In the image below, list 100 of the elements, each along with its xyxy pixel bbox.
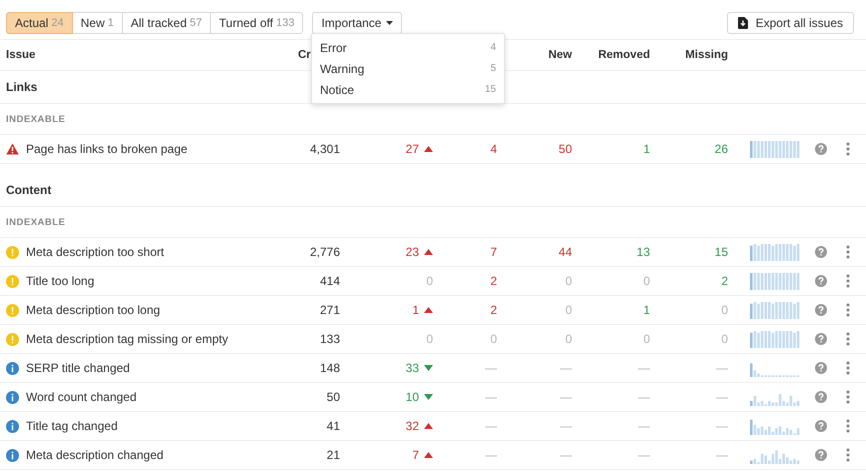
crawled-count: 271 — [320, 303, 340, 317]
menu-item[interactable]: Error 4 — [312, 37, 504, 58]
help-icon[interactable] — [815, 362, 827, 374]
new-value: 0 — [565, 303, 572, 317]
crawled-count: 4,301 — [310, 142, 340, 156]
crawled-count: 2,776 — [310, 245, 340, 259]
crawled-count: 414 — [320, 274, 340, 288]
issue-name[interactable]: Meta description changed — [26, 448, 164, 462]
change-value: 1 — [412, 303, 419, 317]
removed-value: — — [638, 361, 650, 375]
more-options-icon[interactable] — [846, 274, 850, 288]
missing-value: 2 — [721, 274, 728, 288]
missing-value: — — [716, 419, 728, 433]
sparkline-drawing — [750, 418, 800, 434]
issue-name[interactable]: Meta description tag missing or empty — [26, 332, 228, 346]
column-header: New — [548, 49, 572, 61]
help-icon[interactable] — [815, 420, 827, 432]
missing-value: 0 — [721, 332, 728, 346]
more-options-icon[interactable] — [846, 142, 850, 156]
table-value: — — [485, 448, 497, 462]
removed-value: 1 — [643, 142, 650, 156]
issue-name[interactable]: Title tag changed — [26, 419, 118, 433]
missing-value: 26 — [714, 142, 728, 156]
change-value: 32 — [406, 419, 419, 433]
filter-tab[interactable]: Turned off 133 — [211, 12, 304, 34]
filter-tab[interactable]: New 1 — [72, 12, 123, 34]
removed-value: 1 — [643, 303, 650, 317]
issue-name[interactable]: Page has links to broken page — [26, 142, 188, 156]
filter-tab[interactable]: Actual 24 — [6, 12, 73, 34]
removed-value: 0 — [643, 332, 650, 346]
download-file-icon — [738, 17, 748, 29]
menu-item[interactable]: Warning 5 — [312, 58, 504, 79]
change-value: 33 — [406, 361, 419, 375]
removed-value: — — [638, 448, 650, 462]
removed-value: — — [638, 419, 650, 433]
removed-value: 0 — [643, 274, 650, 288]
sparkline-drawing — [750, 272, 800, 290]
importance-dropdown[interactable]: Importance — [312, 12, 402, 34]
crawled-count: 133 — [320, 332, 340, 346]
table-value: 0 — [490, 332, 497, 346]
sparkline-drawing — [750, 244, 800, 260]
table-value: 2 — [490, 274, 497, 288]
table-value: — — [485, 390, 497, 404]
more-options-icon[interactable] — [846, 361, 850, 375]
help-icon[interactable] — [815, 275, 827, 287]
more-options-icon[interactable] — [846, 390, 850, 404]
filter-tab[interactable]: All tracked 57 — [122, 12, 212, 34]
issue-name[interactable]: Meta description too short — [26, 245, 164, 259]
missing-value: 0 — [721, 303, 728, 317]
table-value: — — [485, 419, 497, 433]
section-title: Content — [6, 183, 52, 197]
change-value: 23 — [406, 245, 419, 259]
more-options-icon[interactable] — [846, 245, 850, 259]
crawled-count: 50 — [326, 390, 340, 404]
removed-value: — — [638, 390, 650, 404]
menu-item[interactable]: Notice 15 — [312, 79, 504, 100]
sparkline-drawing — [750, 330, 800, 348]
new-value: — — [560, 419, 572, 433]
caret-icon — [386, 21, 394, 25]
table-value: 2 — [490, 303, 497, 317]
crawled-count: 21 — [326, 448, 340, 462]
more-options-icon[interactable] — [846, 448, 850, 462]
change-value: 0 — [426, 332, 433, 346]
help-icon[interactable] — [815, 391, 827, 403]
crawled-count: 41 — [326, 419, 340, 433]
change-value: 27 — [406, 142, 419, 156]
issue-name[interactable]: SERP title changed — [26, 361, 130, 375]
help-icon[interactable] — [815, 246, 827, 258]
table-value: 4 — [490, 142, 497, 156]
column-header: Missing — [685, 49, 728, 61]
missing-value: — — [716, 448, 728, 462]
column-header: Removed — [598, 49, 650, 61]
missing-value: — — [716, 390, 728, 404]
table-value: — — [485, 361, 497, 375]
more-options-icon[interactable] — [846, 419, 850, 433]
help-icon[interactable] — [815, 333, 827, 345]
help-icon[interactable] — [815, 304, 827, 316]
crawled-count: 148 — [320, 361, 340, 375]
change-value: 7 — [412, 448, 419, 462]
more-options-icon[interactable] — [846, 303, 850, 317]
column-header: Cr — [297, 49, 311, 61]
new-value: — — [560, 361, 572, 375]
section-title: Links — [6, 80, 38, 94]
more-options-icon[interactable] — [846, 332, 850, 346]
issue-name[interactable]: Word count changed — [26, 390, 137, 404]
sparkline-drawing — [750, 302, 800, 318]
change-value: 0 — [426, 274, 433, 288]
issue-name[interactable]: Meta description too long — [26, 303, 160, 317]
help-icon[interactable] — [815, 449, 827, 461]
group-label: INDEXABLE — [6, 216, 66, 228]
new-value: 44 — [558, 245, 572, 259]
export-button[interactable]: Export all issues — [726, 12, 854, 34]
help-icon[interactable] — [815, 143, 827, 155]
sparkline-drawing — [750, 140, 800, 158]
new-value: 0 — [565, 332, 572, 346]
new-value: — — [560, 390, 572, 404]
issue-name[interactable]: Title too long — [26, 274, 94, 288]
new-value: 0 — [565, 274, 572, 288]
group-label: INDEXABLE — [6, 114, 66, 124]
change-value: 10 — [406, 390, 419, 404]
